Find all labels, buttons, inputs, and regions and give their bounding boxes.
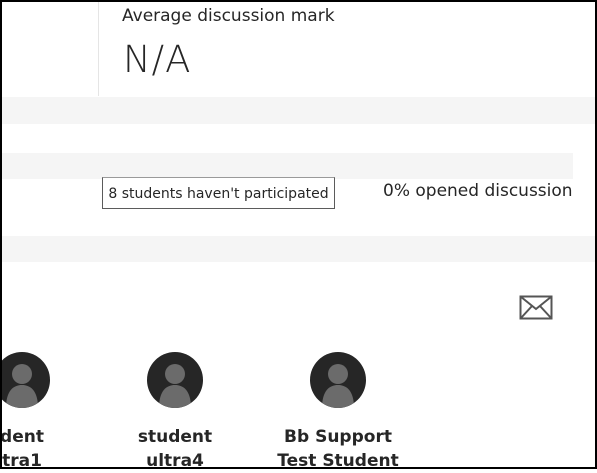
section-divider bbox=[0, 153, 573, 179]
student-name-line2: tra1 bbox=[2, 451, 42, 471]
student-name-line2: Test Student bbox=[277, 451, 399, 471]
section-divider bbox=[0, 97, 597, 124]
average-mark-card: Average discussion mark N/A bbox=[98, 0, 597, 96]
student-name-line1: Bb Support bbox=[284, 427, 392, 447]
user-silhouette-icon bbox=[147, 352, 203, 408]
student-card[interactable]: Bb Support Test Student bbox=[263, 352, 413, 473]
student-name-line2: ultra4 bbox=[146, 451, 204, 471]
user-silhouette-icon bbox=[310, 352, 366, 408]
opened-discussion-stat: 0% opened discussion bbox=[383, 181, 573, 201]
student-card[interactable]: student ultra4 bbox=[100, 352, 250, 473]
envelope-icon[interactable] bbox=[519, 295, 553, 320]
user-silhouette-icon bbox=[0, 352, 50, 408]
not-participated-button[interactable]: 8 students haven't participated bbox=[102, 177, 335, 209]
student-name-line1: dent bbox=[0, 427, 44, 447]
average-mark-value: N/A bbox=[123, 38, 192, 81]
student-card[interactable]: dent tra1 bbox=[0, 352, 97, 473]
student-name-line1: student bbox=[137, 427, 213, 447]
average-mark-label: Average discussion mark bbox=[122, 6, 335, 26]
section-divider bbox=[0, 236, 597, 262]
